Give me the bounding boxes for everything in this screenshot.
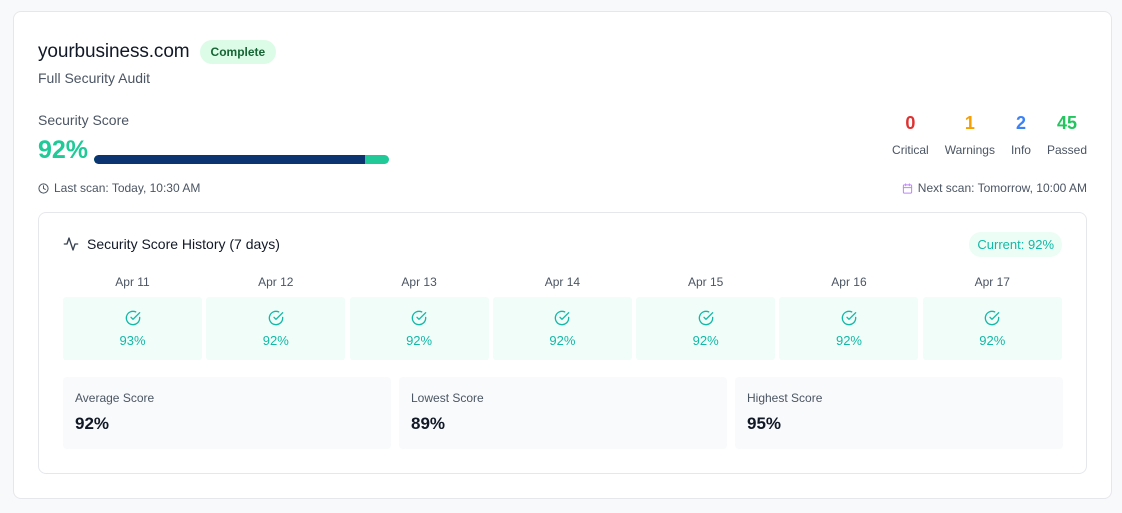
day-score-value: 92%: [835, 332, 862, 348]
security-score-progress: [94, 155, 389, 164]
day-score-value: 92%: [406, 332, 433, 348]
security-score-value: 92%: [38, 136, 89, 164]
lowest-score-label: Lowest Score: [411, 391, 484, 405]
highest-score-label: Highest Score: [747, 391, 823, 405]
day-date: Apr 12: [258, 275, 294, 289]
day-score-3: Apr 14 92%: [492, 275, 632, 360]
highest-score-value: 95%: [747, 414, 782, 433]
security-score-progress-fill: [94, 155, 366, 164]
score-history-title-text: Security Score History (7 days): [87, 236, 280, 252]
day-score-tile: 93%: [63, 297, 202, 360]
next-scan: Next scan: Tomorrow, 10:00 AM: [902, 181, 1087, 195]
security-audit-card: yourbusiness.com Complete Full Security …: [13, 11, 1112, 499]
stat-info: 2 Info: [1011, 113, 1031, 157]
average-score-value: 92%: [75, 414, 110, 433]
day-score-value: 92%: [979, 332, 1006, 348]
audit-header: yourbusiness.com Complete Full Security …: [38, 40, 277, 86]
stat-passed-count: 45: [1056, 113, 1077, 133]
domain-name: yourbusiness.com: [38, 41, 190, 62]
day-date: Apr 14: [544, 275, 581, 289]
check-circle-icon: [125, 310, 140, 325]
day-score-5: Apr 16 92%: [779, 275, 919, 360]
domain-row: yourbusiness.com Complete: [38, 40, 277, 64]
last-scan: Last scan: Today, 10:30 AM: [38, 181, 200, 195]
check-circle-icon: [555, 310, 570, 325]
day-score-value: 93%: [119, 332, 146, 348]
day-score-tile: 92%: [636, 297, 776, 360]
clock-icon: [38, 182, 49, 194]
day-score-1: Apr 12 92%: [206, 275, 346, 360]
score-history-panel: Security Score History (7 days) Current:…: [38, 212, 1087, 474]
day-score-tile: 92%: [492, 297, 632, 360]
stat-info-label: Info: [1010, 143, 1031, 157]
day-date: Apr 15: [688, 275, 724, 289]
issue-stats: 0 Critical 1 Warnings 2 Info 45 Passed: [876, 113, 1087, 157]
average-score-label: Average Score: [75, 391, 155, 405]
stat-critical-label: Critical: [892, 143, 929, 157]
stat-passed: 45 Passed: [1047, 113, 1087, 157]
stat-info-count: 2: [1015, 113, 1026, 133]
stat-warnings-count: 1: [964, 113, 975, 133]
day-score-value: 92%: [692, 332, 719, 348]
lowest-score-card: Lowest Score 89%: [399, 377, 727, 449]
stat-critical: 0 Critical: [892, 113, 929, 157]
check-circle-icon: [841, 310, 857, 325]
day-score-value: 92%: [549, 332, 576, 348]
average-score-card: Average Score 92%: [63, 377, 391, 449]
next-scan-text: Next scan: Tomorrow, 10:00 AM: [917, 181, 1087, 195]
last-scan-text: Last scan: Today, 10:30 AM: [54, 181, 201, 195]
security-score-label: Security Score: [38, 112, 130, 128]
day-score-0: Apr 11 93%: [63, 275, 202, 360]
current-score-badge: Current: 92%: [969, 232, 1062, 257]
day-score-tile: 92%: [922, 297, 1062, 360]
stat-passed-label: Passed: [1046, 143, 1087, 157]
calendar-icon: [902, 182, 912, 194]
status-badge: Complete: [199, 40, 277, 64]
day-score-tile: 92%: [349, 297, 489, 360]
activity-icon: [63, 237, 79, 251]
day-score-2: Apr 13 92%: [349, 275, 489, 360]
audit-type: Full Security Audit: [38, 70, 151, 86]
check-circle-icon: [698, 310, 714, 325]
score-history-title: Security Score History (7 days): [63, 236, 280, 252]
lowest-score-value: 89%: [411, 414, 446, 433]
day-date: Apr 17: [974, 275, 1010, 289]
day-date: Apr 11: [115, 275, 150, 289]
day-score-tile: 92%: [206, 297, 346, 360]
daily-scores: Apr 11 93% Apr 12 92% Apr 13 92% Apr 14 92% Apr …: [63, 275, 1062, 360]
stat-warnings-label: Warnings: [944, 143, 995, 157]
day-score-value: 92%: [262, 332, 289, 348]
day-date: Apr 16: [831, 275, 867, 289]
check-circle-icon: [411, 310, 427, 325]
check-circle-icon: [984, 310, 1000, 325]
score-summary: Average Score 92% Lowest Score 89% Highe…: [63, 377, 1063, 449]
day-score-4: Apr 15 92%: [636, 275, 776, 360]
check-circle-icon: [268, 310, 284, 325]
day-date: Apr 13: [401, 275, 437, 289]
highest-score-card: Highest Score 95%: [735, 377, 1063, 449]
day-score-tile: 92%: [779, 297, 919, 360]
stat-critical-count: 0: [905, 113, 916, 133]
day-score-6: Apr 17 92%: [922, 275, 1062, 360]
stat-warnings: 1 Warnings: [945, 113, 995, 157]
